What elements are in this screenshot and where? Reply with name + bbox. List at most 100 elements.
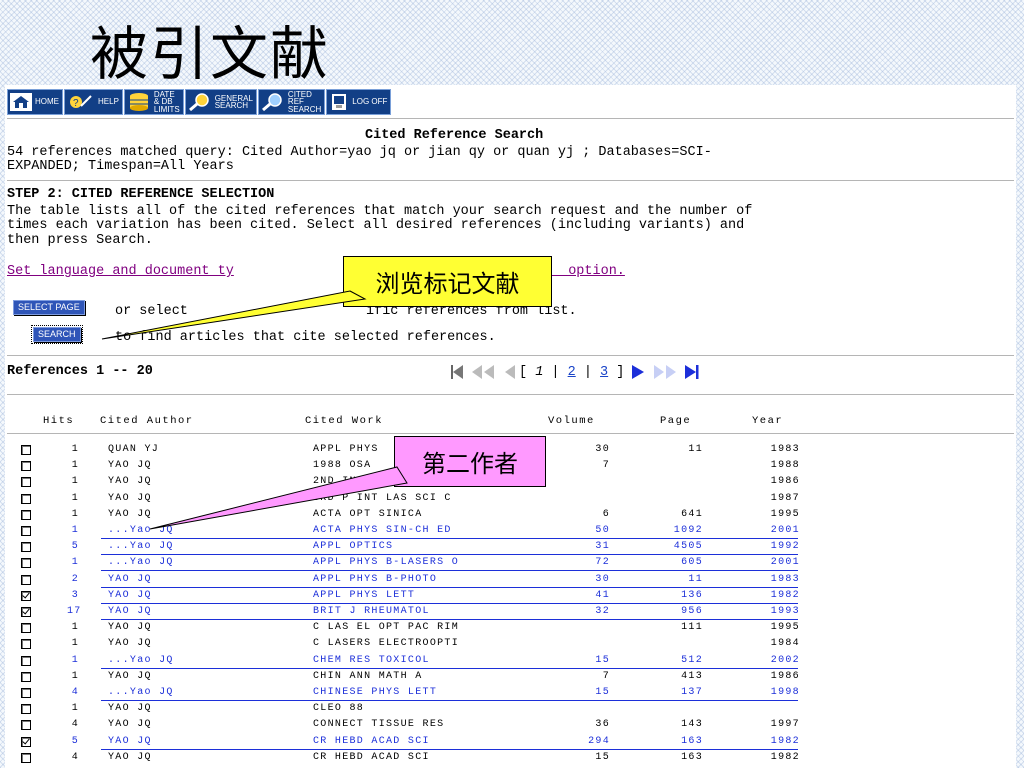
row-checkbox[interactable]: [21, 526, 31, 536]
cell-volume: 6: [602, 508, 610, 520]
cell-cited-author[interactable]: ...Yao JQ: [108, 557, 174, 568]
select-page-button[interactable]: SELECT PAGE: [13, 300, 85, 315]
row-checkbox[interactable]: [21, 607, 31, 617]
row-checkbox[interactable]: [21, 509, 31, 520]
cell-volume: 50: [595, 525, 610, 536]
cell-cited-author[interactable]: ...Yao JQ: [108, 525, 174, 536]
row-checkbox[interactable]: [21, 461, 31, 472]
general-search-label: GENERAL SEARCH: [214, 93, 253, 110]
cell-cited-author[interactable]: YAO JQ: [108, 606, 152, 617]
cell-cited-work[interactable]: APPL PHYS B-PHOTO: [313, 574, 437, 585]
cell-year: 1995: [770, 508, 800, 520]
help-button[interactable]: ? HELP: [64, 89, 123, 115]
cell-hits: 4: [71, 751, 79, 763]
cell-cited-author: YAO JQ: [108, 622, 152, 634]
table-row: 1 ...Yao JQ ACTA PHYS SIN-CH ED 50 1092 2001: [5, 523, 1016, 539]
cell-page: 512: [681, 654, 703, 666]
cell-cited-work[interactable]: CR HEBD ACAD SCI: [313, 736, 430, 747]
second-author-callout: 第二作者: [394, 436, 546, 487]
last-page-icon[interactable]: [682, 364, 704, 380]
query-line-1: 54 references matched query: Cited Autho…: [7, 145, 712, 160]
row-checkbox[interactable]: [21, 542, 31, 553]
home-button[interactable]: HOME: [7, 89, 63, 115]
date-db-limits-button[interactable]: DATE & DB LIMITS: [123, 89, 184, 115]
cell-cited-author[interactable]: ...Yao JQ: [108, 541, 174, 552]
row-checkbox[interactable]: [21, 493, 31, 504]
log-off-button[interactable]: LOG OFF: [326, 89, 392, 115]
row-checkbox[interactable]: [21, 720, 31, 731]
cell-cited-work[interactable]: APPL PHYS B-LASERS O: [313, 557, 459, 568]
logoff-icon: [329, 92, 350, 112]
cell-cited-work[interactable]: APPL OPTICS: [313, 541, 393, 552]
cell-cited-work[interactable]: ACTA PHYS SIN-CH ED: [313, 525, 452, 536]
pager-page-2-link[interactable]: 2: [568, 365, 576, 380]
cell-year: 1982: [770, 751, 800, 763]
cell-cited-author: YAO JQ: [108, 492, 152, 504]
cell-cited-author[interactable]: ...Yao JQ: [108, 655, 174, 666]
cell-hits: 4: [71, 719, 79, 731]
row-checkbox[interactable]: [21, 558, 31, 569]
cell-hits: 1: [71, 654, 79, 666]
cell-page: 1092: [673, 525, 703, 536]
cell-hits: 1: [71, 670, 79, 682]
cell-cited-work: C LAS EL OPT PAC RIM: [313, 622, 460, 634]
cell-cited-work: CLEO 88: [313, 703, 365, 715]
pager-sep-2: |: [575, 364, 601, 380]
cell-hits: 1: [71, 444, 79, 455]
cell-cited-work[interactable]: CHEM RES TOXICOL: [313, 655, 430, 666]
cell-cited-work: 2ND INT: [313, 476, 365, 488]
cell-hits: 1: [71, 508, 79, 520]
row-checkbox[interactable]: [21, 639, 31, 650]
prev-page-icon[interactable]: [501, 364, 519, 380]
row-checkbox[interactable]: [21, 477, 31, 488]
col-page: Page: [660, 415, 692, 427]
cell-cited-work[interactable]: BRIT J RHEUMATOL: [313, 606, 430, 617]
cell-volume: 31: [595, 541, 610, 553]
web-page: HOME ? HELP DATE & DB LIMITS GENERAL SEA…: [5, 85, 1016, 768]
cell-cited-author: YAO JQ: [108, 670, 152, 682]
col-volume: Volume: [548, 415, 595, 427]
row-checkbox[interactable]: [21, 574, 31, 585]
set-language-link[interactable]: Set language and document ty: [7, 264, 234, 279]
search-button[interactable]: SEARCH: [33, 327, 81, 342]
col-year: Year: [752, 415, 784, 427]
set-language-link-end[interactable]: option.: [552, 264, 625, 279]
row-checkbox[interactable]: [21, 752, 31, 763]
cell-cited-work[interactable]: CHINESE PHYS LETT: [313, 687, 437, 698]
next-ten-icon[interactable]: [648, 364, 682, 380]
table-row: 1 YAO JQ C LASERS ELECTROOPTI 1984: [5, 636, 1016, 652]
cell-year: 1986: [770, 476, 800, 488]
browse-mark-callout: 浏览标记文献: [343, 256, 552, 307]
row-checkbox[interactable]: [21, 655, 31, 666]
cited-ref-search-button[interactable]: CITED REF SEARCH: [257, 89, 326, 115]
prev-ten-icon[interactable]: [467, 364, 501, 380]
row-checkbox[interactable]: [21, 736, 31, 747]
cell-cited-author[interactable]: YAO JQ: [108, 590, 152, 601]
search-icon: [260, 92, 285, 112]
cell-cited-work: 3RD P INT LAS SCI C: [313, 492, 452, 504]
cell-cited-work: APPL PHYS: [313, 444, 379, 455]
search-button-focus: SEARCH: [31, 325, 83, 344]
cell-year: 1982: [770, 735, 800, 747]
cell-cited-author[interactable]: ...Yao JQ: [108, 687, 174, 698]
cell-cited-author[interactable]: YAO JQ: [108, 736, 152, 747]
next-page-icon[interactable]: [624, 364, 648, 380]
row-checkbox[interactable]: [21, 445, 31, 455]
first-page-icon[interactable]: [445, 364, 467, 380]
cell-page: 413: [681, 670, 703, 682]
cell-hits: 5: [71, 735, 79, 747]
general-search-button[interactable]: GENERAL SEARCH: [184, 89, 257, 115]
row-checkbox[interactable]: [21, 623, 31, 634]
row-checkbox[interactable]: [21, 688, 31, 698]
cell-year: 2001: [770, 557, 800, 569]
cell-volume: 72: [595, 557, 610, 569]
cell-cited-work[interactable]: APPL PHYS LETT: [313, 590, 415, 601]
table-row: 5 ...Yao JQ APPL OPTICS 31 4505 1992: [5, 539, 1016, 556]
pager-page-3-link[interactable]: 3: [600, 365, 608, 380]
row-checkbox[interactable]: [21, 704, 31, 715]
cell-cited-author[interactable]: YAO JQ: [108, 574, 152, 585]
cell-cited-work: CR HEBD ACAD SCI: [313, 751, 430, 763]
row-checkbox[interactable]: [21, 590, 31, 601]
home-label: HOME: [35, 97, 59, 107]
row-checkbox[interactable]: [21, 671, 31, 682]
